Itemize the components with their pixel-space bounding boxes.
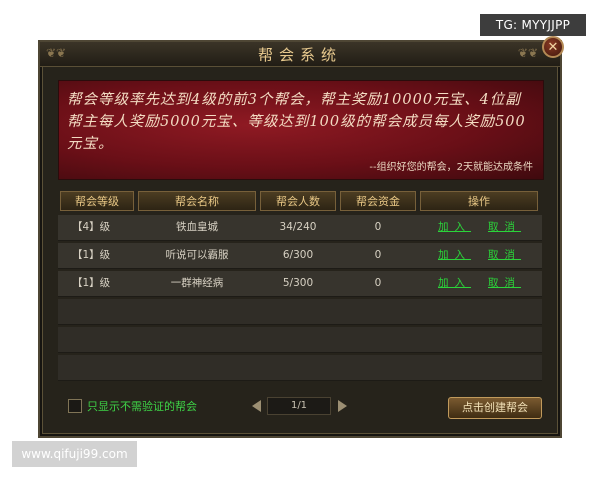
banner-text: 帮会等级率先达到4级的前3个帮会，帮主奖励10000元宝、4位副帮主每人奖励50… [67, 92, 526, 152]
row-name: 铁血皇城 [176, 221, 218, 233]
create-guild-button[interactable]: 点击创建帮会 [448, 397, 542, 419]
page-indicator: 1/1 [267, 397, 331, 415]
empty-row [58, 299, 542, 325]
row-name: 听说可以霸服 [165, 249, 229, 261]
join-button[interactable]: 加入 [438, 243, 471, 268]
header-members: 帮会人数 [260, 191, 336, 211]
cancel-button[interactable]: 取消 [488, 215, 521, 240]
watermark-tg: TG: MYYJJPP [480, 14, 586, 36]
announcement-banner: 帮会等级率先达到4级的前3个帮会，帮主奖励10000元宝、4位副帮主每人奖励50… [58, 80, 544, 180]
cancel-button[interactable]: 取消 [488, 271, 521, 296]
verification-filter-label: 只显示不需验证的帮会 [87, 400, 197, 413]
close-button[interactable]: ✕ [542, 36, 564, 58]
guild-table: 帮会等级 帮会名称 帮会人数 帮会资金 操作 【4】级 铁血皇城 34/240 … [58, 191, 542, 383]
row-members: 34/240 [279, 221, 317, 233]
row-name: 一群神经病 [170, 277, 224, 289]
banner-note: --组织好您的帮会，2天就能达成条件 [369, 162, 533, 173]
verification-filter-checkbox[interactable] [68, 399, 82, 413]
row-members: 6/300 [282, 249, 314, 261]
next-page-icon[interactable] [338, 400, 347, 412]
header-level: 帮会等级 [60, 191, 134, 211]
row-funds: 0 [374, 221, 382, 233]
header-name: 帮会名称 [138, 191, 256, 211]
right-ornament-icon: ❦❦ [517, 46, 538, 60]
row-members: 5/300 [282, 277, 314, 289]
row-level: 【1】级 [72, 277, 111, 289]
window-title: 帮会系统 [257, 46, 342, 64]
titlebar: ❦❦ 帮会系统 ❦❦ [40, 42, 560, 67]
header-actions: 操作 [420, 191, 538, 211]
guild-system-window: ❦❦ 帮会系统 ❦❦ ✕ 帮会等级率先达到4级的前3个帮会，帮主奖励10000元… [38, 36, 564, 438]
table-header: 帮会等级 帮会名称 帮会人数 帮会资金 操作 [58, 191, 542, 211]
watermark-site: www.qifuji99.com [12, 441, 137, 467]
row-level: 【1】级 [72, 249, 111, 261]
row-funds: 0 [374, 277, 382, 289]
join-button[interactable]: 加入 [438, 215, 471, 240]
empty-row [58, 355, 542, 381]
row-funds: 0 [374, 249, 382, 261]
table-row: 【1】级 一群神经病 5/300 0 加入 取消 [58, 271, 542, 297]
table-row: 【4】级 铁血皇城 34/240 0 加入 取消 [58, 215, 542, 241]
close-icon: ✕ [547, 40, 559, 55]
join-button[interactable]: 加入 [438, 271, 471, 296]
row-level: 【4】级 [72, 221, 111, 233]
header-funds: 帮会资金 [340, 191, 416, 211]
table-row: 【1】级 听说可以霸服 6/300 0 加入 取消 [58, 243, 542, 269]
cancel-button[interactable]: 取消 [488, 243, 521, 268]
empty-row [58, 327, 542, 353]
prev-page-icon[interactable] [252, 400, 261, 412]
